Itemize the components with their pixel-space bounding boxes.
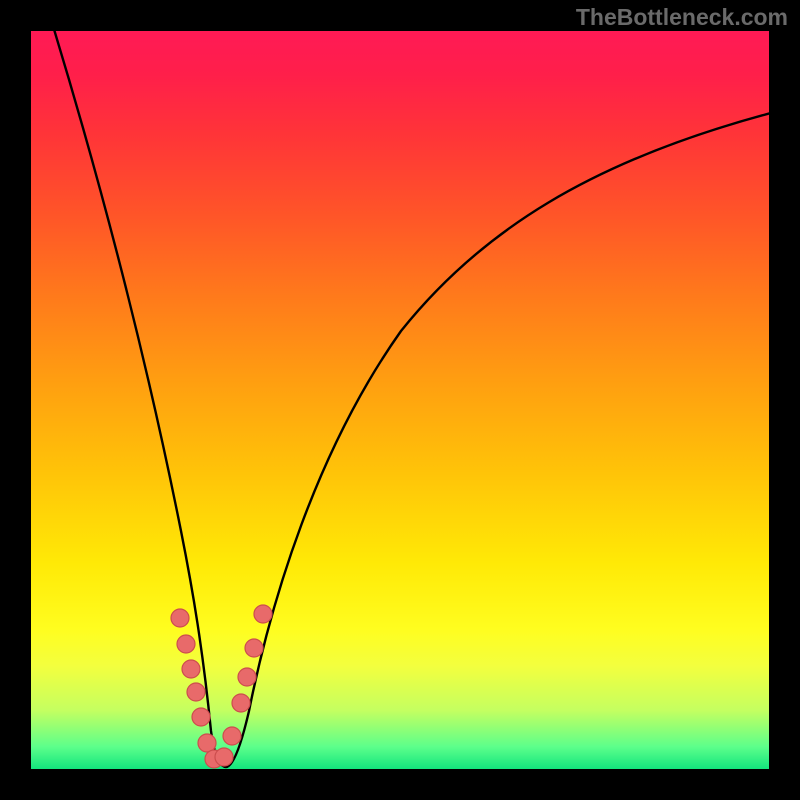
bottleneck-curve <box>53 31 769 767</box>
marker <box>245 639 263 657</box>
marker <box>232 694 250 712</box>
marker <box>223 727 241 745</box>
marker <box>198 734 216 752</box>
marker <box>238 668 256 686</box>
marker <box>177 635 195 653</box>
marker <box>215 748 233 766</box>
outer-frame: TheBottleneck.com <box>0 0 800 800</box>
marker-group <box>171 605 272 768</box>
marker <box>187 683 205 701</box>
marker <box>192 708 210 726</box>
chart-svg <box>31 31 769 769</box>
marker <box>254 605 272 623</box>
plot-area <box>31 31 769 769</box>
marker <box>182 660 200 678</box>
marker <box>171 609 189 627</box>
watermark-text: TheBottleneck.com <box>576 4 788 31</box>
